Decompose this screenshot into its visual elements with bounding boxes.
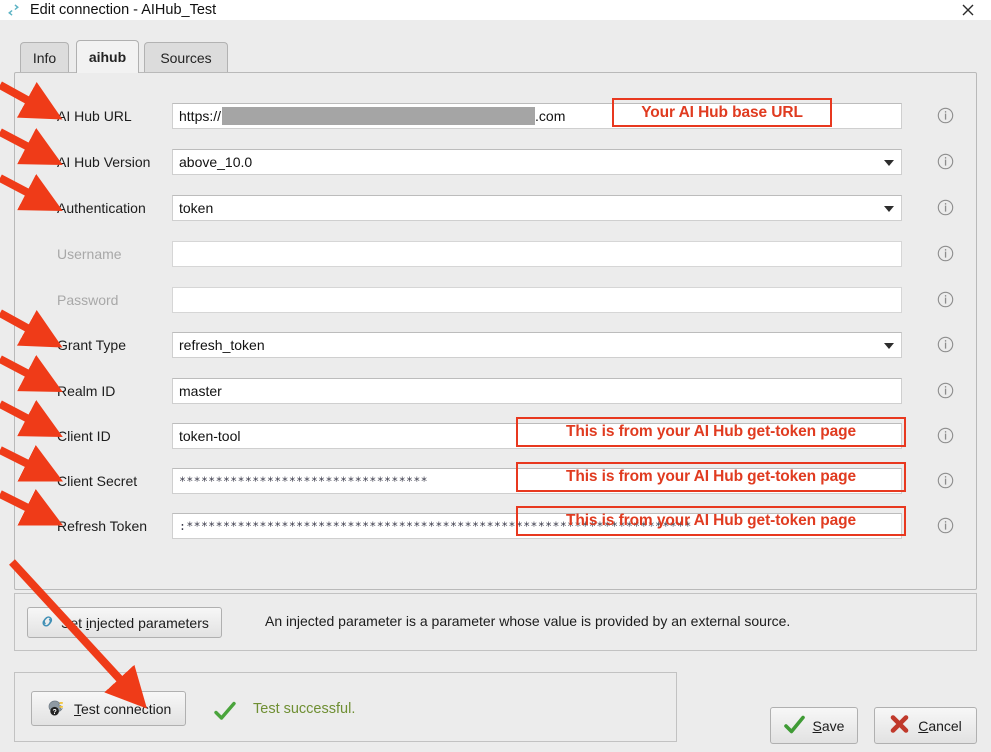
info-circle-icon[interactable] [937, 427, 954, 444]
form-row-grant-type: Grant Type refresh_token [15, 322, 978, 368]
red-x-icon [889, 714, 910, 737]
set-injected-parameters-label: Set injected parameters [61, 615, 209, 631]
select-ai-hub-version[interactable]: above_10.0 [172, 149, 902, 175]
info-circle-icon[interactable] [937, 382, 954, 399]
form-row-realm-id: Realm ID master [15, 368, 978, 414]
select-authentication[interactable]: token [172, 195, 902, 221]
form-row-password: Password [15, 277, 978, 323]
annotation-ai-hub-url: Your AI Hub base URL [612, 98, 832, 127]
accel-letter: T [74, 701, 81, 717]
form-row-ai-hub-url: AI Hub URL https://.com [15, 93, 978, 139]
input-username[interactable] [172, 241, 902, 267]
tab-aihub-label: aihub [89, 49, 126, 65]
input-realm-id[interactable]: master [172, 378, 902, 404]
accel-letter: C [918, 718, 928, 734]
link-injected-icon [40, 614, 55, 632]
svg-text:?: ? [52, 709, 56, 716]
tab-sources-label: Sources [160, 50, 211, 66]
info-circle-icon[interactable] [937, 245, 954, 262]
save-button[interactable]: Save [770, 707, 858, 744]
chevron-down-icon[interactable] [878, 197, 900, 221]
injected-parameters-panel: Set injected parameters An injected para… [14, 593, 977, 651]
test-connection-panel: ? Test connection Test successful. [14, 672, 677, 742]
save-button-label: Save [813, 718, 845, 734]
info-circle-icon[interactable] [937, 517, 954, 534]
test-connection-button[interactable]: ? Test connection [31, 691, 186, 726]
green-check-icon [213, 700, 237, 725]
injected-parameters-description: An injected parameter is a parameter who… [265, 613, 790, 629]
select-ai-hub-version-value: above_10.0 [179, 154, 252, 170]
input-password[interactable] [172, 287, 902, 313]
accel-letter: i [86, 615, 89, 631]
annotation-refresh-token: This is from your AI Hub get-token page [516, 506, 906, 536]
annotation-client-secret: This is from your AI Hub get-token page [516, 462, 906, 492]
set-injected-parameters-button[interactable]: Set injected parameters [27, 607, 222, 638]
connection-sync-icon [6, 3, 21, 18]
chevron-down-icon[interactable] [878, 151, 900, 175]
info-circle-icon[interactable] [937, 291, 954, 308]
close-icon[interactable] [951, 0, 985, 20]
form-row-username: Username [15, 231, 978, 277]
input-client-id-value: token-tool [179, 428, 240, 444]
tab-strip: Info aihub Sources [14, 40, 977, 73]
redaction-bar [222, 107, 535, 125]
cancel-button-label: Cancel [918, 718, 962, 734]
tab-info[interactable]: Info [20, 42, 69, 73]
test-status-text: Test successful. [253, 701, 355, 717]
plug-question-icon: ? [46, 697, 68, 720]
form-row-ai-hub-version: AI Hub Version above_10.0 [15, 139, 978, 185]
tab-aihub[interactable]: aihub [76, 40, 139, 73]
input-client-secret-value: ********************************** [179, 474, 428, 488]
url-suffix: .com [535, 108, 565, 124]
annotation-client-id: This is from your AI Hub get-token page [516, 417, 906, 447]
test-connection-label: Test connection [74, 701, 171, 717]
tab-sources[interactable]: Sources [144, 42, 228, 73]
info-circle-icon[interactable] [937, 153, 954, 170]
edit-connection-dialog: Info aihub Sources AI Hub URL https://.c… [0, 20, 991, 752]
form-row-authentication: Authentication token [15, 185, 978, 231]
window-title: Edit connection - AIHub_Test [30, 0, 216, 20]
green-check-icon [784, 715, 805, 737]
title-bar: Edit connection - AIHub_Test [0, 0, 991, 20]
info-circle-icon[interactable] [937, 336, 954, 353]
input-realm-id-value: master [179, 383, 222, 399]
info-circle-icon[interactable] [937, 107, 954, 124]
tab-info-label: Info [33, 50, 56, 66]
accel-letter: S [813, 718, 822, 734]
select-authentication-value: token [179, 200, 213, 216]
info-circle-icon[interactable] [937, 199, 954, 216]
select-grant-type-value: refresh_token [179, 337, 265, 353]
url-prefix: https:// [179, 108, 221, 124]
cancel-button[interactable]: Cancel [874, 707, 977, 744]
info-circle-icon[interactable] [937, 472, 954, 489]
chevron-down-icon[interactable] [878, 334, 900, 358]
select-grant-type[interactable]: refresh_token [172, 332, 902, 358]
